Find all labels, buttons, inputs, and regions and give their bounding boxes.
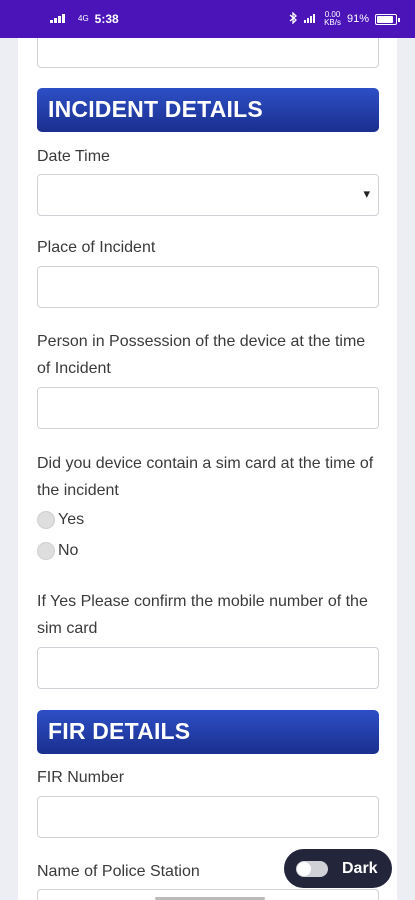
network-type: 4G [78,15,89,23]
person-in-possession-label: Person in Possession of the device at th… [37,328,382,382]
radio-no-label: No [58,542,78,560]
place-of-incident-input[interactable] [37,266,379,308]
network-speed: 0.00 KB/s [324,11,341,27]
fir-details-header: FIR DETAILS [37,710,379,754]
sim-card-question-label: Did you device contain a sim card at the… [37,450,382,504]
person-in-possession-input[interactable] [37,387,379,429]
battery-icon [375,14,397,25]
mobile-number-confirm-label: If Yes Please confirm the mobile number … [37,588,382,642]
place-of-incident-label: Place of Incident [37,234,382,261]
status-left: 4G 5:38 [50,12,119,26]
mobile-number-input[interactable] [37,647,379,689]
incident-details-header: INCIDENT DETAILS [37,88,379,132]
fir-number-input[interactable] [37,796,379,838]
signal-icon-2 [304,13,318,26]
date-time-select[interactable] [37,174,379,216]
radio-no[interactable] [37,542,55,560]
fir-number-label: FIR Number [37,764,382,791]
dark-mode-switch[interactable] [296,861,328,877]
battery-percent: 91% [347,13,369,25]
radio-yes[interactable] [37,511,55,529]
dark-mode-toggle[interactable]: Dark [284,849,392,888]
status-right: 0.00 KB/s 91% [289,11,397,27]
date-time-label: Date Time [37,143,382,170]
form-page: INCIDENT DETAILS Date Time Place of Inci… [18,38,397,900]
radio-yes-label: Yes [58,511,84,529]
sim-yes-option[interactable]: Yes [37,511,84,529]
sim-no-option[interactable]: No [37,542,78,560]
previous-field-input[interactable] [37,38,379,68]
bluetooth-icon [289,12,298,27]
signal-icon [50,13,72,26]
battery-fill [377,16,393,23]
dark-mode-label: Dark [342,860,378,878]
network-speed-unit: KB/s [324,19,341,27]
status-bar: 4G 5:38 0.00 KB/s 91% [0,0,415,38]
clock: 5:38 [95,12,119,26]
switch-knob [297,862,311,876]
